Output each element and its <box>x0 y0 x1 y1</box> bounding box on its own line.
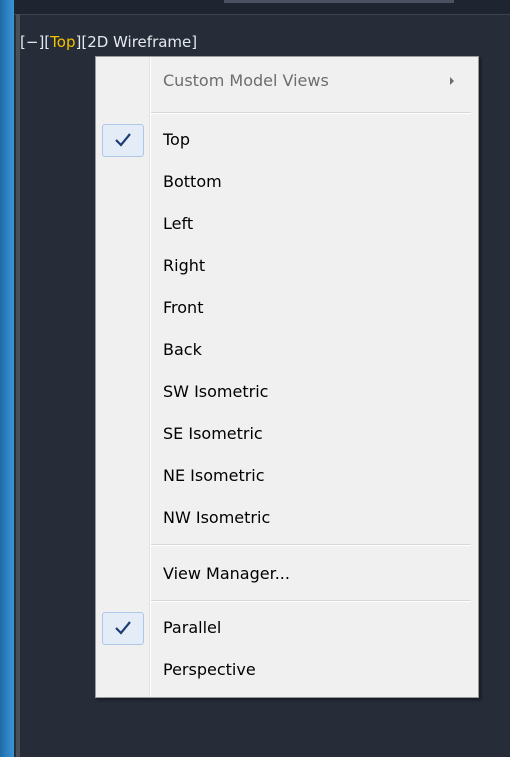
menu-item-label: Bottom <box>163 172 222 191</box>
menu-item-label: SW Isometric <box>163 382 269 401</box>
menu-item-left[interactable]: Left <box>96 203 478 245</box>
menu-item-ne-isometric[interactable]: NE Isometric <box>96 455 478 497</box>
menu-item-label: SE Isometric <box>163 424 263 443</box>
menu-item-bottom[interactable]: Bottom <box>96 161 478 203</box>
desktop-edge <box>0 0 14 757</box>
menu-separator <box>151 544 471 546</box>
visual-style-menu[interactable]: 2D Wireframe <box>87 33 191 51</box>
menu-item-right[interactable]: Right <box>96 245 478 287</box>
menu-item-se-isometric[interactable]: SE Isometric <box>96 413 478 455</box>
label-bracket: ][ <box>38 33 51 51</box>
view-cube-menu-top[interactable]: Top <box>50 33 75 51</box>
label-bracket: ][ <box>75 33 88 51</box>
menu-item-label: NE Isometric <box>163 466 265 485</box>
menu-item-label: Parallel <box>163 618 222 637</box>
menu-item-perspective[interactable]: Perspective <box>96 649 478 691</box>
menu-item-label: Perspective <box>163 660 256 679</box>
menu-item-parallel[interactable]: Parallel <box>96 607 478 649</box>
menu-item-view-manager[interactable]: View Manager... <box>96 553 478 595</box>
menu-item-label: Front <box>163 298 204 317</box>
menu-item-label: NW Isometric <box>163 508 271 527</box>
label-bracket: ] <box>191 33 198 51</box>
menu-item-label: Back <box>163 340 202 359</box>
menu-separator <box>151 600 471 602</box>
viewport-left-edge <box>16 14 20 757</box>
menu-item-label: Custom Model Views <box>163 71 329 90</box>
menu-separator <box>151 112 471 114</box>
viewport-top-bar <box>14 0 510 15</box>
viewport-controls-menu[interactable]: − <box>26 33 39 51</box>
menu-item-back[interactable]: Back <box>96 329 478 371</box>
menu-item-label: Right <box>163 256 206 275</box>
checkmark-icon <box>102 124 144 157</box>
menu-item-label: Top <box>163 130 190 149</box>
menu-item-nw-isometric[interactable]: NW Isometric <box>96 497 478 539</box>
checkmark-icon <box>102 612 144 645</box>
viewport-controls-label: [−][Top][2D Wireframe] <box>20 33 197 51</box>
menu-item-sw-isometric[interactable]: SW Isometric <box>96 371 478 413</box>
menu-item-front[interactable]: Front <box>96 287 478 329</box>
menu-item-top[interactable]: Top <box>96 119 478 161</box>
menu-item-label: Left <box>163 214 194 233</box>
menu-item-custom-model-views[interactable]: Custom Model Views <box>96 60 478 102</box>
submenu-arrow-icon <box>450 77 454 85</box>
view-context-menu: Custom Model Views Top Bottom Left Right… <box>95 56 479 698</box>
menu-item-label: View Manager... <box>163 564 290 583</box>
